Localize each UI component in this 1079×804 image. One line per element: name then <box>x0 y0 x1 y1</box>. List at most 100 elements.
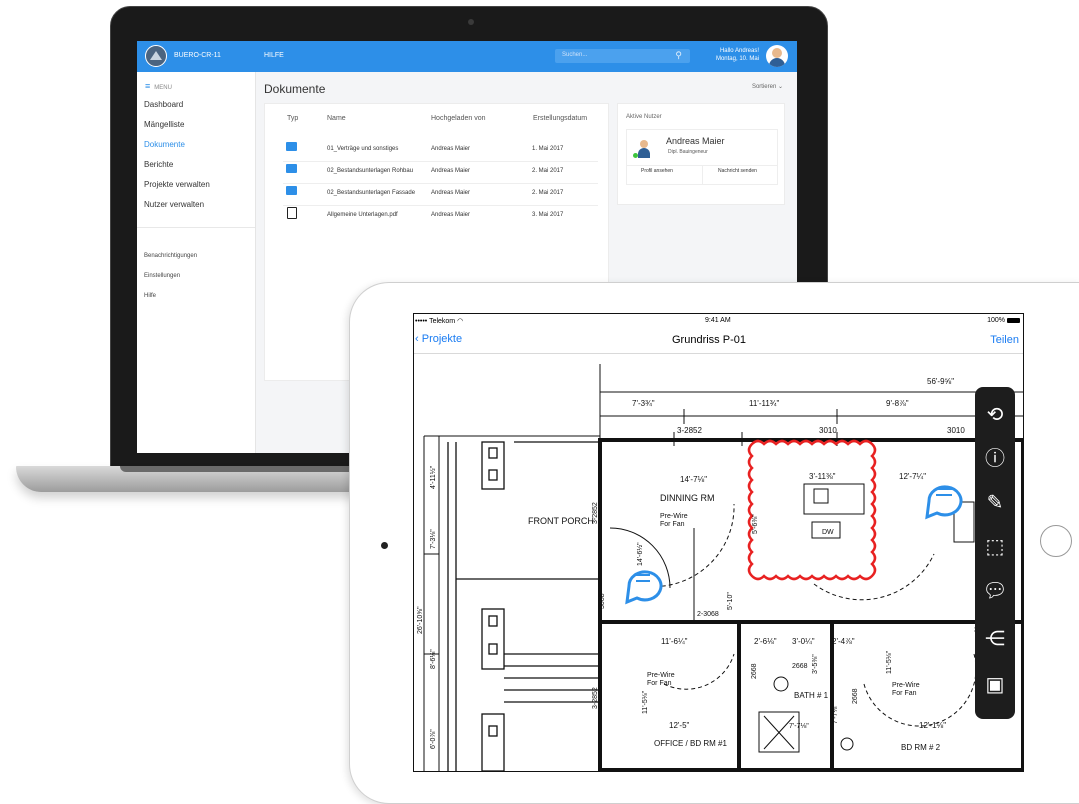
table-row[interactable]: 01_Verträge und sonstiges Andreas Maier … <box>283 139 598 162</box>
plan-label: 12'-7¼" <box>899 472 926 481</box>
send-message-button[interactable]: Nachricht senden <box>718 168 757 174</box>
search-placeholder: Suchen... <box>562 52 588 58</box>
sidebar-item-dashboard[interactable]: Dashboard <box>144 100 183 109</box>
table-row[interactable]: Allgemeine Unterlagen.pdf Andreas Maier … <box>283 205 598 227</box>
plan-label: Pre-Wire <box>647 672 675 679</box>
pencil-icon[interactable]: ✎ <box>979 487 1011 519</box>
plan-label: 8'-6⅛" <box>430 649 437 669</box>
back-button[interactable]: ‹ Projekte <box>415 333 462 345</box>
user-avatar[interactable] <box>766 45 788 67</box>
ipad-screen: ••••• Telekom ◠ 9:41 AM 100% ‹ Projekte … <box>413 313 1024 772</box>
comment-bubble[interactable] <box>625 570 663 605</box>
sidebar-item-benachrichtigungen[interactable]: Benachrichtigungen <box>144 253 197 259</box>
plan-label: 6'-0⅞" <box>430 729 437 749</box>
chevron-left-icon: ‹ <box>415 333 419 345</box>
app-name: BUERO-CR-11 <box>174 52 221 59</box>
top-bar: BUERO-CR-11 HILFE Suchen... ⚲ Hallo Andr… <box>137 41 797 72</box>
sidebar-item-nutzer-verwalten[interactable]: Nutzer verwalten <box>144 200 204 209</box>
chevron-down-icon: ⌄ <box>777 84 783 90</box>
table-row[interactable]: 02_Bestandsunterlagen Rohbau Andreas Mai… <box>283 161 598 184</box>
app-logo-icon[interactable] <box>145 45 167 67</box>
document-title: Grundriss P-01 <box>672 334 746 346</box>
home-button[interactable] <box>1040 525 1072 557</box>
plan-label: 12'-1⅛" <box>919 721 946 730</box>
plan-label: 3010 <box>947 426 965 435</box>
sidebar-item-projekte-verwalten[interactable]: Projekte verwalten <box>144 180 210 189</box>
wifi-icon: ◠ <box>457 318 464 325</box>
comment-bubble[interactable] <box>925 485 963 520</box>
doc-uploader: Andreas Maier <box>431 168 471 174</box>
plan-label: 3'-5⅜" <box>812 654 819 674</box>
sidebar-item-berichte[interactable]: Berichte <box>144 160 173 169</box>
avatar <box>637 140 651 158</box>
plan-label: 5'-6⅜" <box>752 514 759 534</box>
plan-label: 4'-11½" <box>429 465 437 489</box>
sidebar-item-dokumente[interactable]: Dokumente <box>144 140 185 149</box>
active-users-heading: Aktive Nutzer <box>626 114 662 120</box>
folder-icon <box>286 186 297 195</box>
pdf-file-icon <box>287 207 297 219</box>
plan-label: For Fan <box>892 690 917 697</box>
column-header-name[interactable]: Name <box>327 115 346 122</box>
menu-icon: ≡ <box>145 81 151 91</box>
plan-label: 3-2852 <box>677 426 702 435</box>
info-icon[interactable]: ⓘ <box>979 443 1011 475</box>
comment-icon[interactable]: 💬︎ <box>979 575 1011 607</box>
save-icon[interactable]: ▣ <box>979 669 1011 701</box>
doc-date: 3. Mai 2017 <box>532 212 564 218</box>
room-label: DINNING RM <box>660 493 715 503</box>
menu-label: MENU <box>154 85 172 91</box>
cloud-markup[interactable] <box>747 439 877 581</box>
doc-date: 2. Mai 2017 <box>532 168 564 174</box>
sidebar-divider <box>137 227 255 228</box>
sidebar-item-hilfe[interactable]: Hilfe <box>144 293 156 299</box>
annotation-toolbar: ⟲ ⓘ ✎ ⬚ 💬︎ ⋲ ▣ <box>975 387 1015 719</box>
page-title: Dokumente <box>264 82 326 96</box>
search-icon[interactable]: ⚲ <box>675 50 682 61</box>
view-profile-button[interactable]: Profil ansehen <box>641 168 673 174</box>
plan-label: Pre-Wire <box>892 682 920 689</box>
floor-plan[interactable]: 56'-9⅝" 7'-3¾" 11'-11¾" 9'-8⅞" 3-2852 30… <box>414 354 1023 771</box>
porch <box>447 441 600 771</box>
plan-label: 5'-10" <box>727 592 734 610</box>
carrier-label: ••••• Telekom <box>415 318 456 325</box>
column-header-typ[interactable]: Typ <box>287 115 298 122</box>
dimension-lines <box>423 364 1023 771</box>
room-label: FRONT PORCH <box>528 516 594 526</box>
table-row[interactable]: 02_Bestandsunterlagen Fassade Andreas Ma… <box>283 183 598 206</box>
plan-label: 26'-10⅝" <box>417 606 424 634</box>
doc-name: 01_Verträge und sonstiges <box>327 146 399 152</box>
plan-label: DW <box>822 529 834 536</box>
help-link[interactable]: HILFE <box>264 52 284 59</box>
battery-status: 100% <box>987 317 1020 324</box>
doc-date: 2. Mai 2017 <box>532 190 564 196</box>
plan-label: 2668 <box>852 688 859 704</box>
menu-toggle[interactable]: ≡ MENU <box>145 81 172 91</box>
doc-uploader: Andreas Maier <box>431 146 471 152</box>
divider <box>702 165 703 184</box>
share-button[interactable]: Teilen <box>990 334 1019 346</box>
sort-label: Sortieren <box>751 84 777 90</box>
ipad-camera <box>381 542 388 549</box>
room-label: BATH # 1 <box>794 691 829 700</box>
active-users-panel: Aktive Nutzer Andreas Maier Dipl. Bauing… <box>617 103 785 205</box>
column-header-uploader[interactable]: Hochgeladen von <box>431 115 486 122</box>
rectangle-select-icon[interactable]: ⬚ <box>979 531 1011 563</box>
sidebar-item-maengelliste[interactable]: Mängelliste <box>144 120 184 129</box>
user-card: Andreas Maier Dipl. Bauingeneur Profil a… <box>626 129 778 185</box>
share-icon[interactable]: ⋲ <box>979 623 1011 655</box>
sidebar-item-einstellungen[interactable]: Einstellungen <box>144 273 180 279</box>
doc-uploader: Andreas Maier <box>431 190 471 196</box>
plan-label: 3010 <box>819 426 837 435</box>
search-input[interactable]: Suchen... ⚲ <box>555 49 690 63</box>
column-header-date[interactable]: Erstellungsdatum <box>533 115 587 122</box>
room-label: OFFICE / BD RM #1 <box>654 739 727 748</box>
lasso-select-icon[interactable]: ⟲ <box>979 399 1011 431</box>
plan-label: 11'-5⅛" <box>886 650 893 674</box>
sort-dropdown[interactable]: Sortieren ⌄ <box>752 83 783 90</box>
folder-icon <box>286 164 297 173</box>
plan-label: 7'-3⅛" <box>430 529 437 549</box>
plan-label: 3068 <box>599 593 606 609</box>
plan-label: 9'-8⅞" <box>886 399 909 408</box>
carrier-status: ••••• Telekom ◠ <box>415 317 463 325</box>
